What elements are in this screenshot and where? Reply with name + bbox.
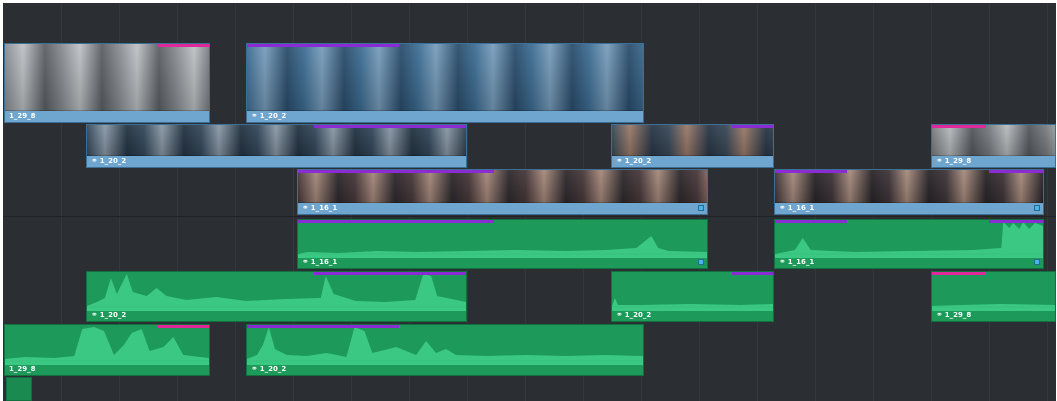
link-icon: ⚭ bbox=[302, 257, 309, 266]
link-icon: ⚭ bbox=[779, 203, 786, 212]
audio-clip[interactable]: ⚭ 1_16_1 bbox=[297, 219, 708, 269]
clip-marker bbox=[157, 325, 209, 328]
clip-label: ⚭ 1_20_2 bbox=[91, 156, 127, 165]
clip-label: ⚭ 1_20_2 bbox=[616, 156, 652, 165]
clip-marker bbox=[932, 272, 986, 275]
clip-label: ⚭ 1_16_1 bbox=[302, 203, 338, 212]
link-icon: ⚭ bbox=[779, 257, 786, 266]
audio-waveform bbox=[247, 327, 643, 365]
clip-thumbnails bbox=[5, 44, 209, 111]
clip-marker bbox=[932, 125, 986, 128]
clip-label: ⚭ 1_16_1 bbox=[302, 257, 338, 266]
audio-clip[interactable]: ⚭ 1_20_2 bbox=[611, 271, 774, 322]
clip-thumbnails bbox=[247, 44, 643, 111]
clip-marker bbox=[732, 125, 773, 128]
clip-label: ⚭ 1_16_1 bbox=[779, 257, 815, 266]
track-divider bbox=[3, 216, 1056, 217]
clip-marker bbox=[775, 170, 847, 173]
link-icon: ⚭ bbox=[91, 156, 98, 165]
clip-label: ⚭ 1_29_8 bbox=[936, 310, 972, 319]
link-icon: ⚭ bbox=[251, 111, 258, 120]
clip-label: ⚭ 1_20_2 bbox=[91, 310, 127, 319]
audio-clip[interactable]: ⚭ 1_20_2 bbox=[86, 271, 467, 322]
audio-waveform bbox=[298, 236, 707, 258]
clip-label: ⚭ 1_20_2 bbox=[251, 364, 287, 373]
clip-label: ⚭ 1_20_2 bbox=[616, 310, 652, 319]
link-icon: ⚭ bbox=[616, 156, 623, 165]
clip-marker bbox=[989, 220, 1043, 223]
clip-marker bbox=[314, 125, 466, 128]
clip-marker bbox=[247, 44, 399, 47]
link-icon: ⚭ bbox=[302, 203, 309, 212]
video-clip[interactable]: ⚭ 1_20_2 bbox=[246, 43, 644, 123]
clip-marker bbox=[298, 220, 494, 223]
grid-line bbox=[757, 3, 758, 401]
link-icon: ⚭ bbox=[936, 156, 943, 165]
clip-marker bbox=[247, 325, 399, 328]
link-icon: ⚭ bbox=[91, 310, 98, 319]
audio-clip[interactable]: ⚭ 1_16_1 bbox=[774, 219, 1044, 269]
video-clip[interactable]: ⚭ 1_29_8 bbox=[931, 124, 1056, 168]
clip-label: ⚭ 1_16_1 bbox=[779, 203, 815, 212]
audio-clip[interactable]: ⚭ 1_29_8 bbox=[931, 271, 1056, 322]
clip-thumbnails bbox=[612, 125, 773, 156]
clip-thumbnails bbox=[298, 170, 707, 203]
link-icon: ⚭ bbox=[936, 310, 943, 319]
clip-marker bbox=[298, 170, 494, 173]
link-icon: ⚭ bbox=[616, 310, 623, 319]
video-clip[interactable]: ⚭ 1_20_2 bbox=[611, 124, 774, 168]
grid-line bbox=[1047, 3, 1048, 401]
clip-marker bbox=[775, 220, 847, 223]
video-clip[interactable]: 1_29_8 bbox=[4, 43, 210, 123]
audio-waveform bbox=[612, 298, 773, 311]
audio-waveform bbox=[5, 327, 209, 365]
video-clip[interactable]: ⚭ 1_16_1 bbox=[774, 169, 1044, 215]
clip-end-marker bbox=[1034, 205, 1040, 211]
audio-waveform bbox=[932, 304, 1055, 311]
audio-waveform bbox=[775, 222, 1043, 258]
clip-end-marker bbox=[698, 205, 704, 211]
grid-line bbox=[235, 3, 236, 401]
clip-label: 1_29_8 bbox=[9, 365, 36, 373]
audio-clip[interactable]: ⚭ 1_20_2 bbox=[246, 324, 644, 376]
clip-end-marker bbox=[1034, 259, 1040, 265]
video-clip[interactable]: ⚭ 1_20_2 bbox=[86, 124, 467, 168]
clip-marker bbox=[157, 44, 209, 47]
clip-thumbnails bbox=[775, 170, 1043, 203]
clip-thumbnails bbox=[932, 125, 1055, 156]
video-clip[interactable]: ⚭ 1_16_1 bbox=[297, 169, 708, 215]
clip-marker bbox=[314, 272, 466, 275]
clip-label: ⚭ 1_29_8 bbox=[936, 156, 972, 165]
audio-waveform bbox=[87, 274, 466, 311]
audio-track-stub bbox=[6, 377, 32, 401]
timeline-editor[interactable]: 1_29_8 ⚭ 1_20_2 ⚭ 1_20_2 ⚭ 1_20_2 ⚭ 1_29_8 ⚭… bbox=[3, 3, 1056, 401]
clip-end-marker bbox=[698, 259, 704, 265]
clip-marker bbox=[732, 272, 773, 275]
clip-thumbnails bbox=[87, 125, 466, 156]
clip-marker bbox=[989, 170, 1043, 173]
link-icon: ⚭ bbox=[251, 364, 258, 373]
audio-clip[interactable]: 1_29_8 bbox=[4, 324, 210, 376]
clip-label: 1_29_8 bbox=[9, 112, 36, 120]
clip-label: ⚭ 1_20_2 bbox=[251, 111, 287, 120]
